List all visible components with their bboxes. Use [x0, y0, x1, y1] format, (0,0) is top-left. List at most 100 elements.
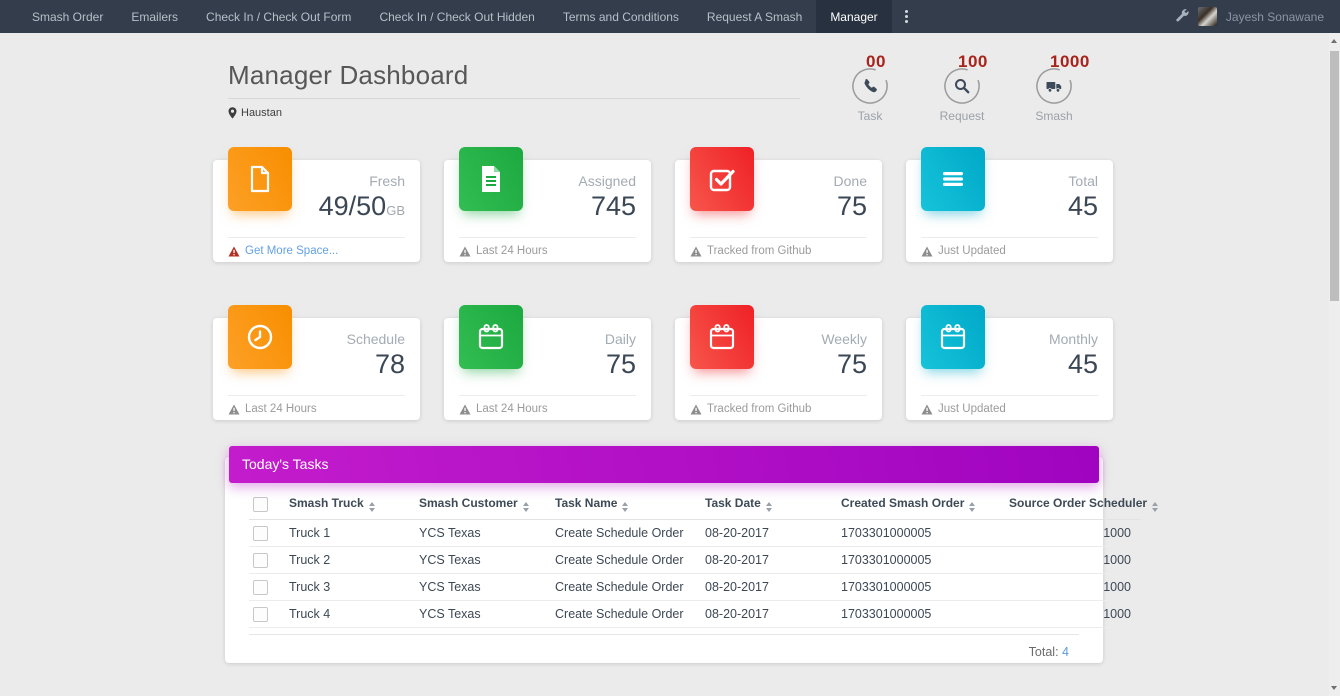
stat-card-total: Total 45 Just Updated [906, 160, 1113, 262]
cell-smash-truck: Truck 2 [285, 547, 415, 574]
badge-request[interactable]: 100 Request [934, 67, 990, 123]
cell-created-smash-order: 1703301000005 [837, 574, 1005, 601]
sort-icon[interactable] [969, 502, 975, 512]
table-row: Truck 1 YCS Texas Create Schedule Order … [249, 520, 1141, 547]
scroll-up-arrow[interactable] [1331, 39, 1337, 43]
table-header-row: Smash Truck Smash Customer Task Name Tas… [249, 490, 1141, 520]
cell-smash-customer: YCS Texas [415, 601, 551, 628]
stats-row-1: Fresh 49/50GB Get More Space... Assigned… [213, 160, 1113, 262]
table-row: Truck 4 YCS Texas Create Schedule Order … [249, 601, 1141, 628]
stats-row-2: Schedule 78 Last 24 Hours Daily 75 [213, 318, 1113, 420]
row-checkbox[interactable] [253, 580, 268, 595]
more-options-button[interactable] [892, 0, 921, 33]
wrench-icon[interactable] [1175, 7, 1189, 27]
row-checkbox[interactable] [253, 526, 268, 541]
card-divider [921, 237, 1098, 238]
cell-task-name: Create Schedule Order [551, 574, 701, 601]
row-checkbox[interactable] [253, 607, 268, 622]
document-icon [459, 147, 523, 211]
col-header-source-order-scheduler[interactable]: Source Order Scheduler [1005, 490, 1141, 520]
cell-source-order-scheduler: 1000 [1005, 601, 1141, 628]
user-name[interactable]: Jayesh Sonawane [1226, 10, 1324, 24]
stat-label: Total [1068, 173, 1098, 189]
stat-footer: Tracked from Github [690, 245, 811, 257]
warning-icon [228, 404, 240, 415]
row-checkbox[interactable] [253, 553, 268, 568]
sort-icon[interactable] [766, 502, 772, 512]
stat-card-daily: Daily 75 Last 24 Hours [444, 318, 651, 420]
stat-unit: GB [386, 203, 405, 218]
table-row: Truck 3 YCS Texas Create Schedule Order … [249, 574, 1141, 601]
cell-source-order-scheduler: 1000 [1005, 520, 1141, 547]
sort-icon[interactable] [1152, 502, 1158, 512]
scroll-down-arrow[interactable] [1331, 686, 1337, 690]
total-value[interactable]: 4 [1062, 645, 1069, 659]
phone-icon [862, 78, 878, 94]
stat-value: 49/50GB [319, 191, 405, 222]
stat-value: 78 [375, 349, 405, 380]
page-title: Manager Dashboard [228, 61, 800, 89]
nav-item-smash-order[interactable]: Smash Order [18, 0, 117, 33]
card-divider [459, 237, 636, 238]
card-divider [690, 395, 867, 396]
col-header-smash-customer[interactable]: Smash Customer [415, 490, 551, 520]
col-header-created-smash-order[interactable]: Created Smash Order [837, 490, 1005, 520]
stat-value: 745 [591, 191, 636, 222]
badge-task[interactable]: 00 Task [842, 67, 898, 123]
cell-smash-truck: Truck 4 [285, 601, 415, 628]
badge-label: Request [940, 109, 985, 123]
warning-icon [690, 404, 702, 415]
stat-value: 75 [606, 349, 636, 380]
select-all-checkbox[interactable] [253, 497, 268, 512]
stat-value: 45 [1068, 349, 1098, 380]
badge-label: Task [858, 109, 883, 123]
menu-icon [921, 147, 985, 211]
stat-card-monthly: Monthly 45 Just Updated [906, 318, 1113, 420]
stat-value: 75 [837, 191, 867, 222]
user-avatar[interactable] [1198, 7, 1217, 26]
sort-icon[interactable] [523, 502, 529, 512]
nav-item-manager[interactable]: Manager [816, 0, 891, 33]
calendar-icon [459, 305, 523, 369]
page-header: Manager Dashboard Haustan [228, 33, 800, 120]
nav-item-terms-conditions[interactable]: Terms and Conditions [549, 0, 693, 33]
calendar-icon [921, 305, 985, 369]
cell-task-date: 08-20-2017 [701, 520, 837, 547]
scroll-thumb[interactable] [1330, 51, 1339, 301]
badge-smash[interactable]: 1000 Smash [1026, 67, 1082, 123]
cell-task-date: 08-20-2017 [701, 547, 837, 574]
badge-ring [851, 67, 889, 105]
table-row: Truck 2 YCS Texas Create Schedule Order … [249, 547, 1141, 574]
panel-title: Today's Tasks [242, 456, 328, 472]
summary-badges: 00 Task 100 Request 1000 [842, 67, 1082, 123]
nav-item-emailers[interactable]: Emailers [117, 0, 192, 33]
cell-smash-customer: YCS Texas [415, 520, 551, 547]
warning-icon [921, 404, 933, 415]
col-header-task-name[interactable]: Task Name [551, 490, 701, 520]
todays-tasks-panel: Today's Tasks Smash Truck Smash Customer… [225, 457, 1103, 663]
get-more-space-link[interactable]: Get More Space... [228, 245, 338, 257]
stat-label: Weekly [821, 331, 867, 347]
col-header-task-date[interactable]: Task Date [701, 490, 837, 520]
cell-smash-customer: YCS Texas [415, 574, 551, 601]
sort-icon[interactable] [369, 502, 375, 512]
badge-label: Smash [1035, 109, 1072, 123]
file-icon [228, 147, 292, 211]
cell-smash-truck: Truck 1 [285, 520, 415, 547]
vertical-scrollbar[interactable] [1329, 33, 1340, 696]
cell-created-smash-order: 1703301000005 [837, 601, 1005, 628]
stat-footer: Last 24 Hours [459, 403, 548, 415]
top-navbar: Smash Order Emailers Check In / Check Ou… [0, 0, 1340, 33]
sort-icon[interactable] [622, 502, 628, 512]
card-divider [228, 237, 405, 238]
nav-item-request-a-smash[interactable]: Request A Smash [693, 0, 816, 33]
stat-label: Fresh [369, 173, 405, 189]
kebab-menu-icon [905, 10, 908, 23]
nav-item-check-in-out-hidden[interactable]: Check In / Check Out Hidden [365, 0, 548, 33]
nav-item-check-in-out-form[interactable]: Check In / Check Out Form [192, 0, 365, 33]
cell-smash-truck: Truck 3 [285, 574, 415, 601]
search-icon [954, 78, 970, 94]
col-header-smash-truck[interactable]: Smash Truck [285, 490, 415, 520]
checkbox-icon [690, 147, 754, 211]
stat-label: Assigned [578, 173, 636, 189]
